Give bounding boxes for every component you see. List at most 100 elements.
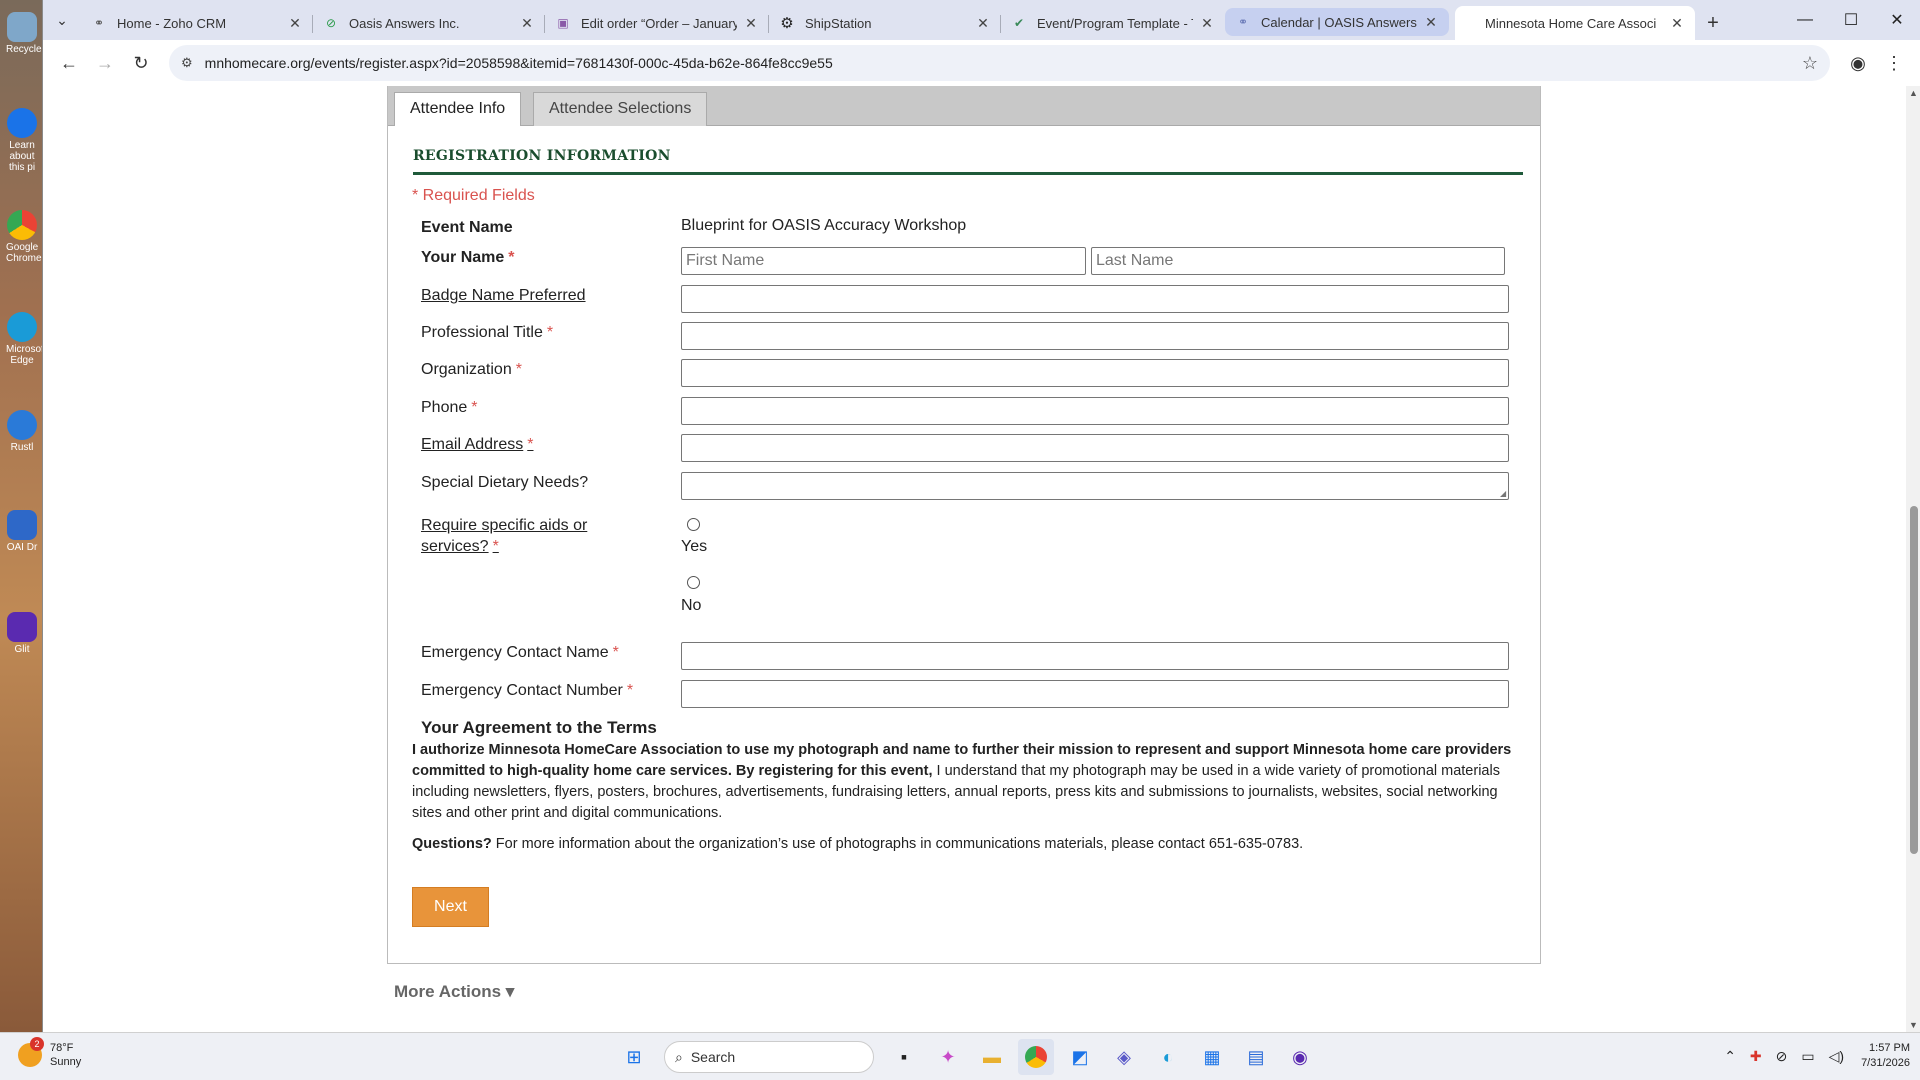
- scroll-up-icon[interactable]: ▲: [1909, 88, 1918, 98]
- emergency-number-input[interactable]: [681, 680, 1509, 708]
- emergency-name-input[interactable]: [681, 642, 1509, 670]
- page-viewport: Attendee Info Attendee Selections REGIST…: [43, 86, 1920, 1032]
- aids-label[interactable]: Require specific aids or services? *: [421, 515, 587, 557]
- site-info-icon[interactable]: ⚙: [181, 55, 193, 71]
- email-input[interactable]: [681, 434, 1509, 462]
- forward-button[interactable]: →: [87, 45, 123, 81]
- scrollbar-thumb[interactable]: [1910, 506, 1918, 854]
- maximize-button[interactable]: ☐: [1828, 0, 1874, 40]
- link-icon: ⊘: [325, 16, 337, 30]
- badge-name-label[interactable]: Badge Name Preferred: [421, 285, 586, 306]
- browser-tab[interactable]: ⚙ ShipStation ✕: [769, 6, 1001, 40]
- menu-button[interactable]: ⋮: [1876, 45, 1912, 81]
- desktop-icon-oai[interactable]: OAI Dr: [6, 510, 38, 553]
- close-icon[interactable]: ✕: [1423, 14, 1439, 30]
- copilot-icon[interactable]: ✦: [930, 1039, 966, 1075]
- desktop-icon-glit[interactable]: Glit: [6, 612, 38, 655]
- email-label[interactable]: Email Address *: [421, 434, 534, 455]
- desktop-icon-label: Microsoft Edge: [6, 344, 47, 366]
- emergency-number-label: Emergency Contact Number *: [421, 680, 633, 701]
- new-tab-button[interactable]: +: [1695, 6, 1731, 40]
- close-icon[interactable]: ✕: [1199, 15, 1215, 31]
- close-icon[interactable]: ✕: [1669, 15, 1685, 31]
- desktop-icon-rustl[interactable]: Rustl: [6, 410, 38, 453]
- page-scrollbar[interactable]: ▲ ▼: [1906, 86, 1920, 1032]
- app-taskbar-icon[interactable]: ◉: [1282, 1039, 1318, 1075]
- questions-bold-text: Questions?: [412, 836, 492, 852]
- chevron-up-icon[interactable]: ⌃: [1724, 1048, 1736, 1065]
- resize-grip-icon[interactable]: ◢: [1500, 489, 1506, 498]
- display-icon[interactable]: ▭: [1801, 1048, 1814, 1065]
- tab-attendee-info[interactable]: Attendee Info: [394, 92, 522, 126]
- browser-tab[interactable]: ✔ Event/Program Template - Ta ✕: [1001, 6, 1225, 40]
- professional-title-input[interactable]: [681, 322, 1509, 350]
- browser-tab[interactable]: ⊘ Oasis Answers Inc. ✕: [313, 6, 545, 40]
- browser-tab[interactable]: ⚭ Home - Zoho CRM ✕: [81, 6, 313, 40]
- url-text[interactable]: mnhomecare.org/events/register.aspx?id=2…: [205, 55, 1802, 71]
- close-icon[interactable]: ✕: [287, 15, 303, 31]
- outlook-icon[interactable]: ◩: [1062, 1039, 1098, 1075]
- system-tray: ⌃ ✚ ⊘ ▭ ◁) 1:57 PM 7/31/2026: [1717, 1041, 1910, 1071]
- weather-condition: Sunny: [50, 1056, 82, 1068]
- aids-no-radio[interactable]: [687, 576, 700, 589]
- label-text: services?: [421, 538, 489, 555]
- edge-taskbar-icon[interactable]: ◐: [1150, 1039, 1186, 1075]
- file-explorer-icon[interactable]: ▬: [974, 1039, 1010, 1075]
- browser-tab-active[interactable]: Minnesota Home Care Associ ✕: [1455, 6, 1695, 40]
- phone-input[interactable]: [681, 397, 1509, 425]
- notepad-icon[interactable]: ▤: [1238, 1039, 1274, 1075]
- close-icon[interactable]: ✕: [743, 15, 759, 31]
- browser-tab[interactable]: ▣ Edit order “Order – January 14 ✕: [545, 6, 769, 40]
- gear-icon: ⚙: [780, 15, 794, 32]
- calendar-icon: ⚭: [1237, 15, 1249, 29]
- profile-button[interactable]: ◉: [1840, 45, 1876, 81]
- network-off-icon[interactable]: ⊘: [1776, 1048, 1788, 1065]
- check-icon: ✔: [1013, 16, 1025, 30]
- volume-icon[interactable]: ◁): [1829, 1048, 1844, 1065]
- app-tray-icon[interactable]: ✚: [1750, 1048, 1762, 1065]
- organization-input[interactable]: [681, 359, 1509, 387]
- aids-yes-radio[interactable]: [687, 518, 700, 531]
- close-icon[interactable]: ✕: [975, 15, 991, 31]
- bookmark-star-icon[interactable]: ☆: [1802, 53, 1818, 74]
- address-bar[interactable]: ⚙ mnhomecare.org/events/register.aspx?id…: [169, 45, 1830, 81]
- desktop-icon-edge[interactable]: Microsoft Edge: [6, 312, 47, 366]
- teams-icon[interactable]: ◈: [1106, 1039, 1142, 1075]
- desktop-icon-label: OAI Dr: [6, 542, 38, 553]
- taskbar: 2 78°F Sunny ⊞ ⌕ Search ▪ ✦ ▬ ◩ ◈ ◐ ▦ ▤ …: [0, 1032, 1920, 1080]
- desktop-icon-learn[interactable]: Learn about this pi: [6, 108, 38, 173]
- browser-tab[interactable]: ⚭ Calendar | OASIS Answers ✕: [1225, 8, 1449, 36]
- clock[interactable]: 1:57 PM 7/31/2026: [1861, 1041, 1910, 1071]
- close-icon[interactable]: ✕: [519, 15, 535, 31]
- scroll-down-icon[interactable]: ▼: [1909, 1020, 1918, 1030]
- chrome-taskbar-icon[interactable]: [1018, 1039, 1054, 1075]
- last-name-input[interactable]: [1091, 247, 1505, 275]
- search-icon: ⌕: [675, 1048, 683, 1065]
- required-asterisk: *: [471, 399, 478, 416]
- more-actions-link[interactable]: More Actions ▾: [394, 982, 514, 1002]
- badge-name-input[interactable]: [681, 285, 1509, 313]
- store-icon[interactable]: ▦: [1194, 1039, 1230, 1075]
- tab-search-button[interactable]: ⌄: [43, 0, 81, 40]
- task-view-icon[interactable]: ▪: [886, 1039, 922, 1075]
- desktop-icon-label: Rustl: [10, 442, 34, 453]
- tab-attendee-selections[interactable]: Attendee Selections: [533, 92, 708, 126]
- weather-widget[interactable]: 2 78°F Sunny: [18, 1037, 82, 1069]
- tab-title: Home - Zoho CRM: [117, 15, 227, 31]
- weather-temp: 78°F: [50, 1042, 74, 1054]
- taskbar-search[interactable]: ⌕ Search: [664, 1041, 874, 1073]
- required-asterisk: *: [515, 361, 522, 378]
- reload-button[interactable]: ↻: [123, 45, 159, 81]
- dietary-needs-textarea[interactable]: [681, 472, 1509, 500]
- close-window-button[interactable]: ✕: [1874, 0, 1920, 40]
- your-name-label: Your Name *: [421, 247, 515, 268]
- next-button[interactable]: Next: [412, 887, 489, 927]
- back-button[interactable]: ←: [51, 45, 87, 81]
- windows-start-icon[interactable]: ⊞: [616, 1039, 652, 1075]
- label-text: Organization: [421, 361, 512, 378]
- first-name-input[interactable]: [681, 247, 1086, 275]
- minimize-button[interactable]: —: [1782, 0, 1828, 40]
- desktop-icon-recycle[interactable]: Recycle: [6, 12, 42, 55]
- desktop-icon-chrome[interactable]: Google Chrome: [6, 210, 42, 264]
- aids-yes-label: Yes: [681, 538, 708, 555]
